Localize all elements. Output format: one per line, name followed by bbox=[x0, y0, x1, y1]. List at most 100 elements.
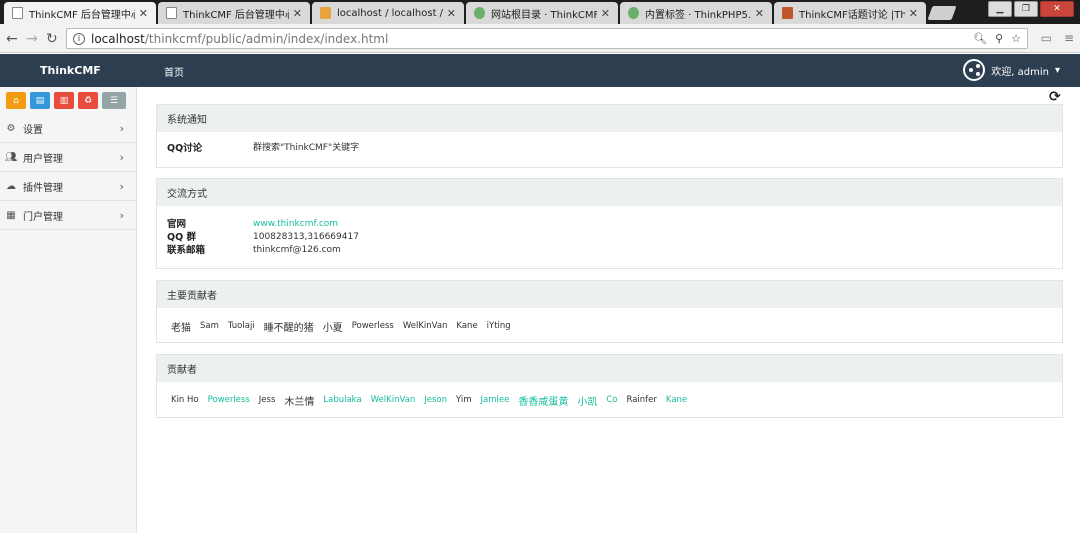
address-bar: ← → ↻ i localhost /thinkcmf/public/admin… bbox=[0, 24, 1080, 53]
file-icon[interactable]: ▤ bbox=[30, 92, 50, 109]
close-icon[interactable]: ✕ bbox=[909, 7, 918, 20]
url-host: localhost bbox=[91, 31, 145, 46]
sidebar-item-portal[interactable]: ▦ 门户管理 › bbox=[0, 201, 136, 230]
extension-icon[interactable]: ▭ bbox=[1041, 31, 1052, 45]
star-icon[interactable]: ☆ bbox=[1011, 32, 1021, 45]
welcome-text[interactable]: 欢迎, admin bbox=[991, 63, 1049, 78]
info-icon[interactable]: i bbox=[73, 32, 85, 45]
leaf-icon bbox=[474, 7, 485, 19]
contributor-name: iYting bbox=[486, 321, 511, 331]
contact-key: 官网 bbox=[167, 219, 187, 230]
contact-row: 联系邮箱 thinkcmf@126.com bbox=[167, 244, 1062, 257]
gears-icon: ⚙ bbox=[6, 122, 16, 134]
tab-label: ThinkCMF话题讨论 |Thi bbox=[799, 9, 905, 21]
contributor-link[interactable]: 香香咸蛋黄 bbox=[518, 393, 568, 408]
notice-row: QQ讨论 群搜索"ThinkCMF"关键字 bbox=[157, 132, 1062, 155]
new-tab-button[interactable] bbox=[927, 6, 957, 20]
browser-tab[interactable]: localhost / localhost / ( ✕ bbox=[312, 2, 464, 24]
contributor-name: Powerless bbox=[351, 321, 394, 331]
caret-down-icon[interactable]: ▾ bbox=[1055, 65, 1060, 76]
contributor-link[interactable]: Kane bbox=[666, 395, 687, 405]
contact-key: 联系邮箱 bbox=[167, 245, 206, 256]
contributor-name: 木兰情 bbox=[284, 396, 315, 408]
contributor-name: Sam bbox=[200, 321, 219, 331]
url-input[interactable]: i localhost /thinkcmf/public/admin/index… bbox=[66, 28, 1028, 49]
sidebar-item-users[interactable]: 👥︎ 用户管理 › bbox=[0, 143, 136, 172]
contact-value: 100828313,316669417 bbox=[253, 232, 359, 242]
close-icon[interactable]: ✕ bbox=[601, 7, 610, 20]
panel-title: 系统通知 bbox=[157, 105, 1062, 132]
shortcut-bar: ⌂ ▤ ▥ ♻ ☰ bbox=[0, 87, 136, 114]
leaf-icon bbox=[628, 7, 639, 19]
home-icon[interactable]: ⌂ bbox=[6, 92, 26, 109]
panel-title: 交流方式 bbox=[157, 179, 1062, 206]
contributor-name: 小夏 bbox=[322, 322, 343, 334]
contributor-link[interactable]: Powerless bbox=[208, 395, 250, 405]
contact-row: 官网 www.thinkcmf.com bbox=[167, 218, 1062, 231]
close-icon[interactable]: ✕ bbox=[755, 7, 764, 20]
sidebar-item-label: 插件管理 bbox=[23, 182, 63, 194]
contributor-link[interactable]: Labulaka bbox=[323, 395, 361, 405]
menu-icon[interactable]: ≡ bbox=[1064, 31, 1074, 45]
sidebar: ⌂ ▤ ▥ ♻ ☰ ⚙ 设置 › 👥︎ 用户管理 › ☁ 插件管理 › ▦ 门户… bbox=[0, 87, 137, 533]
brand-logo[interactable]: ThinkCMF bbox=[40, 64, 101, 77]
back-icon[interactable]: ← bbox=[6, 31, 18, 47]
window-controls: ▁ ❐ ✕ bbox=[988, 1, 1074, 17]
zoom-icon[interactable]: 🔍︎ bbox=[973, 32, 987, 45]
close-icon[interactable]: ✕ bbox=[293, 7, 302, 20]
contributor-name: Rainfer bbox=[626, 395, 657, 405]
contributor-link[interactable]: Jeson bbox=[424, 395, 447, 405]
browser-tab[interactable]: 网站根目录 · ThinkCMF ✕ bbox=[466, 2, 618, 24]
chevron-right-icon: › bbox=[119, 208, 124, 222]
contributor-link[interactable]: Co bbox=[606, 395, 617, 405]
browser-tab[interactable]: ThinkCMF话题讨论 |Thi ✕ bbox=[774, 2, 926, 24]
panel-contributors: 贡献者 Kin Ho Powerless Jess 木兰情 Labulaka W… bbox=[156, 354, 1063, 418]
thinkcmf-icon bbox=[782, 7, 793, 19]
cloud-icon: ☁ bbox=[6, 180, 16, 192]
panel-title: 主要贡献者 bbox=[157, 281, 1062, 308]
minimize-icon[interactable]: ▁ bbox=[988, 1, 1012, 17]
contact-value: thinkcmf@126.com bbox=[253, 245, 341, 255]
browser-tab[interactable]: 内置标签 · ThinkPHP5.0 ✕ bbox=[620, 2, 772, 24]
avatar[interactable] bbox=[963, 59, 986, 81]
contributor-link[interactable]: WelKinVan bbox=[371, 395, 416, 405]
close-icon[interactable]: ✕ bbox=[139, 7, 148, 20]
notice-value: 群搜索"ThinkCMF"关键字 bbox=[253, 143, 360, 153]
close-icon[interactable]: ✕ bbox=[447, 7, 456, 20]
website-link[interactable]: www.thinkcmf.com bbox=[253, 218, 338, 231]
contributor-name: Jess bbox=[258, 395, 276, 405]
panel-system-notice: 系统通知 QQ讨论 群搜索"ThinkCMF"关键字 bbox=[156, 104, 1063, 168]
contributor-name: Kane bbox=[456, 321, 478, 331]
trash-icon[interactable]: ▥ bbox=[54, 92, 74, 109]
contributor-link[interactable]: 小凯 bbox=[577, 393, 597, 408]
restore-icon[interactable]: ❐ bbox=[1014, 1, 1038, 17]
browser-tab-bar: ThinkCMF 后台管理中心 ✕ ThinkCMF 后台管理中心 ✕ loca… bbox=[0, 0, 1080, 24]
sidebar-item-plugins[interactable]: ☁ 插件管理 › bbox=[0, 172, 136, 201]
sidebar-item-label: 设置 bbox=[23, 124, 43, 136]
main-contributor-list: 老猫 Sam Tuolaji 睡不醒的猪 小夏 Powerless WelKin… bbox=[157, 308, 1062, 344]
contributor-name: 老猫 bbox=[171, 322, 191, 334]
panel-main-contributors: 主要贡献者 老猫 Sam Tuolaji 睡不醒的猪 小夏 Powerless … bbox=[156, 280, 1063, 343]
user-menu[interactable]: 欢迎, admin ▾ bbox=[963, 59, 1060, 81]
admin-navbar: ThinkCMF 首页 欢迎, admin ▾ bbox=[0, 54, 1080, 87]
browser-tab[interactable]: ThinkCMF 后台管理中心 ✕ bbox=[4, 2, 156, 24]
recycle-icon[interactable]: ♻ bbox=[78, 92, 98, 109]
list-icon[interactable]: ☰ bbox=[102, 92, 126, 109]
pin-icon[interactable]: ⚲ bbox=[995, 32, 1003, 45]
tab-label: 网站根目录 · ThinkCMF bbox=[491, 9, 597, 21]
tab-label: 内置标签 · ThinkPHP5.0 bbox=[645, 9, 751, 21]
contributor-list: Kin Ho Powerless Jess 木兰情 Labulaka WelKi… bbox=[157, 382, 1062, 418]
nav-home[interactable]: 首页 bbox=[164, 64, 184, 79]
close-window-icon[interactable]: ✕ bbox=[1040, 1, 1074, 17]
contact-key: QQ 群 bbox=[167, 232, 196, 243]
sidebar-item-settings[interactable]: ⚙ 设置 › bbox=[0, 114, 136, 143]
page-icon bbox=[12, 7, 23, 19]
notice-key: QQ讨论 bbox=[167, 143, 203, 154]
refresh-icon[interactable]: ⟳ bbox=[1049, 89, 1061, 105]
contributor-link[interactable]: Jamlee bbox=[481, 395, 510, 405]
reload-icon[interactable]: ↻ bbox=[46, 31, 58, 47]
contact-row: QQ 群 100828313,316669417 bbox=[167, 231, 1062, 244]
tab-label: ThinkCMF 后台管理中心 bbox=[183, 9, 289, 21]
browser-tab[interactable]: ThinkCMF 后台管理中心 ✕ bbox=[158, 2, 310, 24]
forward-icon[interactable]: → bbox=[26, 31, 38, 47]
